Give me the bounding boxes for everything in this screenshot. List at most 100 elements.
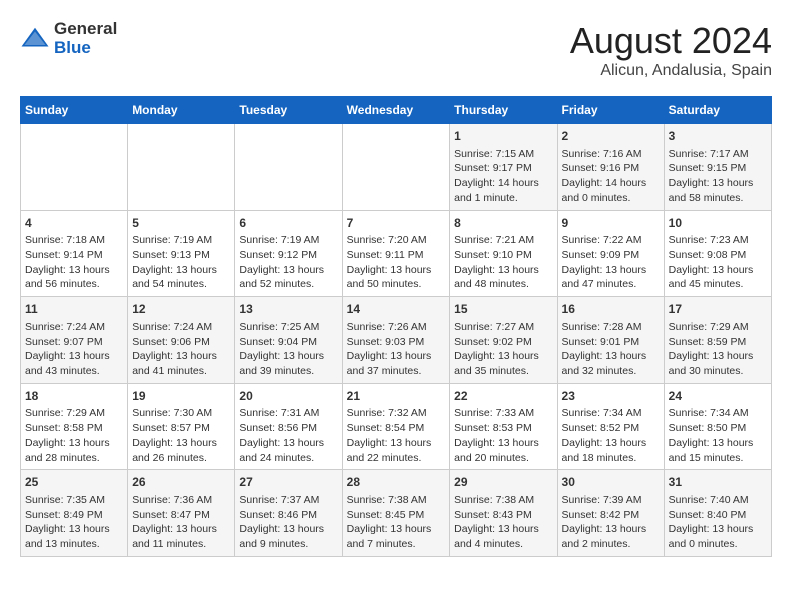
day-header-thursday: Thursday <box>450 97 557 124</box>
day-info: Sunrise: 7:21 AM Sunset: 9:10 PM Dayligh… <box>454 233 552 292</box>
calendar-cell: 20Sunrise: 7:31 AM Sunset: 8:56 PM Dayli… <box>235 383 342 470</box>
day-info: Sunrise: 7:20 AM Sunset: 9:11 PM Dayligh… <box>347 233 446 292</box>
location-subtitle: Alicun, Andalusia, Spain <box>570 62 772 80</box>
day-info: Sunrise: 7:38 AM Sunset: 8:45 PM Dayligh… <box>347 493 446 552</box>
day-number: 15 <box>454 301 552 318</box>
day-info: Sunrise: 7:34 AM Sunset: 8:52 PM Dayligh… <box>562 406 660 465</box>
day-number: 30 <box>562 474 660 491</box>
day-info: Sunrise: 7:16 AM Sunset: 9:16 PM Dayligh… <box>562 147 660 206</box>
logo-blue: Blue <box>54 39 117 58</box>
day-header-saturday: Saturday <box>664 97 771 124</box>
day-info: Sunrise: 7:25 AM Sunset: 9:04 PM Dayligh… <box>239 320 337 379</box>
day-info: Sunrise: 7:19 AM Sunset: 9:13 PM Dayligh… <box>132 233 230 292</box>
day-number: 1 <box>454 128 552 145</box>
day-info: Sunrise: 7:38 AM Sunset: 8:43 PM Dayligh… <box>454 493 552 552</box>
day-number: 7 <box>347 215 446 232</box>
day-number: 31 <box>669 474 767 491</box>
calendar-cell <box>235 124 342 211</box>
calendar-week-2: 4Sunrise: 7:18 AM Sunset: 9:14 PM Daylig… <box>21 210 772 297</box>
day-info: Sunrise: 7:29 AM Sunset: 8:59 PM Dayligh… <box>669 320 767 379</box>
day-info: Sunrise: 7:34 AM Sunset: 8:50 PM Dayligh… <box>669 406 767 465</box>
logo: General Blue <box>20 20 117 57</box>
calendar-table: SundayMondayTuesdayWednesdayThursdayFrid… <box>20 96 772 557</box>
title-block: August 2024 Alicun, Andalusia, Spain <box>570 20 772 80</box>
calendar-cell: 26 Sunrise: 7:36 AM Sunset: 8:47 PM Dayli… <box>128 470 235 557</box>
calendar-cell: 9Sunrise: 7:22 AM Sunset: 9:09 PM Daylig… <box>557 210 664 297</box>
day-info: Sunrise: 7:33 AM Sunset: 8:53 PM Dayligh… <box>454 406 552 465</box>
calendar-cell: 21Sunrise: 7:32 AM Sunset: 8:54 PM Dayli… <box>342 383 450 470</box>
day-number: 16 <box>562 301 660 318</box>
calendar-cell: 3 Sunrise: 7:17 AM Sunset: 9:15 PM Daylig… <box>664 124 771 211</box>
day-info: Sunrise: 7:22 AM Sunset: 9:09 PM Dayligh… <box>562 233 660 292</box>
calendar-cell: 12Sunrise: 7:24 AM Sunset: 9:06 PM Dayli… <box>128 297 235 384</box>
calendar-cell: 18Sunrise: 7:29 AM Sunset: 8:58 PM Dayli… <box>21 383 128 470</box>
day-info: Sunrise: 7:17 AM Sunset: 9:15 PM Dayligh… <box>669 147 767 206</box>
day-number: 9 <box>562 215 660 232</box>
month-year-title: August 2024 <box>570 20 772 62</box>
day-number: 20 <box>239 388 337 405</box>
day-number: 22 <box>454 388 552 405</box>
calendar-cell: 25Sunrise: 7:35 AM Sunset: 8:49 PM Dayli… <box>21 470 128 557</box>
calendar-cell: 13 Sunrise: 7:25 AM Sunset: 9:04 PM Dayli… <box>235 297 342 384</box>
day-info: Sunrise: 7:18 AM Sunset: 9:14 PM Dayligh… <box>25 233 123 292</box>
calendar-cell: 31 Sunrise: 7:40 AM Sunset: 8:40 PM Dayli… <box>664 470 771 557</box>
day-info: Sunrise: 7:23 AM Sunset: 9:08 PM Dayligh… <box>669 233 767 292</box>
calendar-cell: 29 Sunrise: 7:38 AM Sunset: 8:43 PM Dayli… <box>450 470 557 557</box>
calendar-cell: 2 Sunrise: 7:16 AM Sunset: 9:16 PM Daylig… <box>557 124 664 211</box>
calendar-cell <box>128 124 235 211</box>
day-number: 29 <box>454 474 552 491</box>
logo-general: General <box>54 20 117 39</box>
calendar-cell: 7Sunrise: 7:20 AM Sunset: 9:11 PM Daylig… <box>342 210 450 297</box>
calendar-cell: 23Sunrise: 7:34 AM Sunset: 8:52 PM Dayli… <box>557 383 664 470</box>
day-header-wednesday: Wednesday <box>342 97 450 124</box>
day-number: 3 <box>669 128 767 145</box>
day-number: 25 <box>25 474 123 491</box>
day-info: Sunrise: 7:26 AM Sunset: 9:03 PM Dayligh… <box>347 320 446 379</box>
calendar-cell: 4Sunrise: 7:18 AM Sunset: 9:14 PM Daylig… <box>21 210 128 297</box>
day-number: 27 <box>239 474 337 491</box>
day-number: 5 <box>132 215 230 232</box>
day-number: 11 <box>25 301 123 318</box>
calendar-cell <box>21 124 128 211</box>
day-number: 17 <box>669 301 767 318</box>
day-header-friday: Friday <box>557 97 664 124</box>
day-info: Sunrise: 7:32 AM Sunset: 8:54 PM Dayligh… <box>347 406 446 465</box>
calendar-cell: 30 Sunrise: 7:39 AM Sunset: 8:42 PM Dayli… <box>557 470 664 557</box>
day-header-tuesday: Tuesday <box>235 97 342 124</box>
day-info: Sunrise: 7:24 AM Sunset: 9:07 PM Dayligh… <box>25 320 123 379</box>
calendar-week-1: 1 Sunrise: 7:15 AM Sunset: 9:17 PM Daylig… <box>21 124 772 211</box>
day-number: 2 <box>562 128 660 145</box>
day-info: Sunrise: 7:40 AM Sunset: 8:40 PM Dayligh… <box>669 493 767 552</box>
day-number: 4 <box>25 215 123 232</box>
calendar-cell: 10Sunrise: 7:23 AM Sunset: 9:08 PM Dayli… <box>664 210 771 297</box>
day-info: Sunrise: 7:15 AM Sunset: 9:17 PM Dayligh… <box>454 147 552 206</box>
day-info: Sunrise: 7:37 AM Sunset: 8:46 PM Dayligh… <box>239 493 337 552</box>
logo-icon <box>20 24 50 54</box>
calendar-cell: 28 Sunrise: 7:38 AM Sunset: 8:45 PM Dayli… <box>342 470 450 557</box>
day-number: 18 <box>25 388 123 405</box>
calendar-cell: 11 Sunrise: 7:24 AM Sunset: 9:07 PM Dayli… <box>21 297 128 384</box>
day-number: 19 <box>132 388 230 405</box>
day-header-monday: Monday <box>128 97 235 124</box>
calendar-cell: 6Sunrise: 7:19 AM Sunset: 9:12 PM Daylig… <box>235 210 342 297</box>
day-number: 28 <box>347 474 446 491</box>
calendar-cell: 16Sunrise: 7:28 AM Sunset: 9:01 PM Dayli… <box>557 297 664 384</box>
day-number: 24 <box>669 388 767 405</box>
day-number: 26 <box>132 474 230 491</box>
day-info: Sunrise: 7:30 AM Sunset: 8:57 PM Dayligh… <box>132 406 230 465</box>
day-number: 13 <box>239 301 337 318</box>
day-info: Sunrise: 7:36 AM Sunset: 8:47 PM Dayligh… <box>132 493 230 552</box>
days-header-row: SundayMondayTuesdayWednesdayThursdayFrid… <box>21 97 772 124</box>
calendar-cell <box>342 124 450 211</box>
day-info: Sunrise: 7:39 AM Sunset: 8:42 PM Dayligh… <box>562 493 660 552</box>
calendar-cell: 14Sunrise: 7:26 AM Sunset: 9:03 PM Dayli… <box>342 297 450 384</box>
calendar-week-3: 11 Sunrise: 7:24 AM Sunset: 9:07 PM Dayli… <box>21 297 772 384</box>
day-info: Sunrise: 7:27 AM Sunset: 9:02 PM Dayligh… <box>454 320 552 379</box>
day-number: 8 <box>454 215 552 232</box>
calendar-cell: 22Sunrise: 7:33 AM Sunset: 8:53 PM Dayli… <box>450 383 557 470</box>
day-header-sunday: Sunday <box>21 97 128 124</box>
day-info: Sunrise: 7:19 AM Sunset: 9:12 PM Dayligh… <box>239 233 337 292</box>
day-info: Sunrise: 7:24 AM Sunset: 9:06 PM Dayligh… <box>132 320 230 379</box>
calendar-cell: 5Sunrise: 7:19 AM Sunset: 9:13 PM Daylig… <box>128 210 235 297</box>
day-number: 10 <box>669 215 767 232</box>
